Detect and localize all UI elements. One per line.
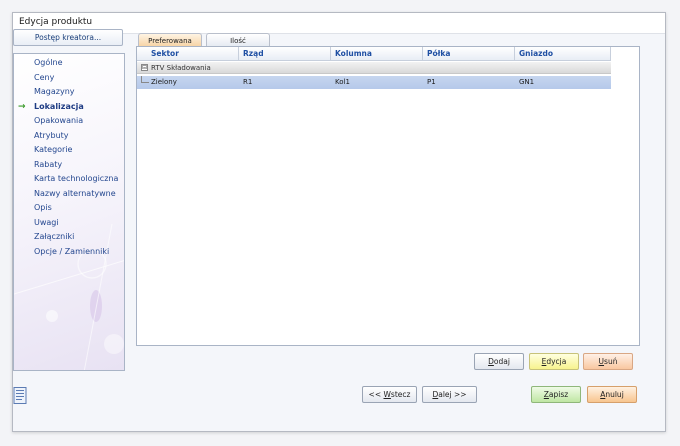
cell-polka: P1: [427, 78, 436, 86]
nav-item-label: Ogólne: [34, 58, 63, 67]
active-step-arrow-icon: →: [18, 101, 26, 112]
save-button-post: apisz: [548, 390, 569, 399]
nav-item-label: Załączniki: [34, 232, 75, 241]
nav-item-label: Kategorie: [34, 145, 73, 154]
next-button-post: alej >>: [438, 390, 467, 399]
nav-item-label: Magazyny: [34, 87, 75, 96]
delete-button[interactable]: Usuń: [583, 353, 633, 370]
back-button-post: stecz: [390, 390, 411, 399]
location-grid: Sektor Rząd Kolumna Półka Gniazdo ⊟ RTV …: [136, 46, 640, 346]
column-header-polka[interactable]: Półka: [423, 47, 515, 61]
column-header-rzad[interactable]: Rząd: [239, 47, 331, 61]
nav-item-label: Karta technologiczna: [34, 174, 119, 183]
nav-item-label: Atrybuty: [34, 130, 69, 140]
nav-item-label: Rabaty: [34, 159, 63, 169]
column-header-kolumna[interactable]: Kolumna: [331, 47, 423, 61]
nav-item-0[interactable]: Ogólne: [14, 56, 124, 71]
save-button[interactable]: Zapisz: [531, 386, 581, 403]
cancel-button-post: nuluj: [605, 390, 624, 399]
nav-item-label: Uwagi: [34, 217, 59, 227]
next-button[interactable]: Dalej >>: [422, 386, 477, 403]
nav-item-4[interactable]: Opakowania: [14, 114, 124, 129]
nav-item-3[interactable]: → Lokalizacja: [14, 100, 124, 115]
nav-item-2[interactable]: Magazyny: [14, 85, 124, 100]
wizard-progress-button[interactable]: Postęp kreatora...: [13, 29, 123, 46]
nav-item-6[interactable]: Kategorie: [14, 143, 124, 158]
back-button-pre: <<: [368, 390, 384, 399]
wizard-step-list: Ogólne Ceny Magazyny → Lokalizacja Opakowania…: [14, 56, 124, 260]
nav-item-label: Lokalizacja: [34, 101, 84, 111]
column-header-gniazdo[interactable]: Gniazdo: [515, 47, 611, 61]
nav-item-label: Opakowania: [34, 116, 84, 125]
collapse-toggle-icon[interactable]: ⊟: [141, 64, 148, 71]
window-title: Edycja produktu: [19, 17, 93, 27]
cell-sektor: Zielony: [151, 78, 177, 86]
edit-button-post: dycja: [546, 357, 567, 366]
nav-item-8[interactable]: Karta technologiczna: [14, 172, 124, 187]
cell-gniazdo: GN1: [519, 78, 535, 86]
nav-item-11[interactable]: Uwagi: [14, 216, 124, 231]
add-button-post: odaj: [493, 357, 510, 366]
nav-item-7[interactable]: Rabaty: [14, 158, 124, 173]
group-label: RTV Składowania: [151, 64, 211, 72]
delete-button-post: suń: [604, 357, 618, 366]
back-button[interactable]: << Wstecz: [362, 386, 417, 403]
tab-preferowana[interactable]: Preferowana: [138, 33, 202, 47]
cell-kolumna: Kol1: [335, 78, 350, 86]
document-icon[interactable]: [13, 387, 28, 404]
add-button[interactable]: Dodaj: [474, 353, 524, 370]
nav-item-9[interactable]: Nazwy alternatywne: [14, 187, 124, 202]
tab-ilosc[interactable]: Ilość: [206, 33, 270, 47]
window: Edycja produktu Postęp kreatora... Ogóln…: [0, 0, 680, 446]
table-row[interactable]: Zielony R1 Kol1 P1 GN1: [137, 76, 611, 89]
column-header-sektor[interactable]: Sektor: [147, 47, 239, 61]
nav-item-label: Opis: [34, 203, 52, 212]
cancel-button[interactable]: Anuluj: [587, 386, 637, 403]
nav-item-12[interactable]: Załączniki: [14, 230, 124, 245]
group-row[interactable]: ⊟ RTV Składowania: [137, 62, 611, 74]
nav-item-label: Opcje / Zamienniki: [34, 246, 110, 256]
nav-item-13[interactable]: Opcje / Zamienniki: [14, 245, 124, 260]
grid-header: Sektor Rząd Kolumna Półka Gniazdo: [137, 47, 611, 61]
wizard-nav-panel: Ogólne Ceny Magazyny → Lokalizacja Opakowania…: [13, 53, 125, 371]
nav-item-5[interactable]: Atrybuty: [14, 129, 124, 144]
nav-item-label: Nazwy alternatywne: [34, 188, 116, 198]
cell-rzad: R1: [243, 78, 253, 86]
nav-item-10[interactable]: Opis: [14, 201, 124, 216]
back-button-key: W: [383, 390, 391, 399]
nav-item-1[interactable]: Ceny: [14, 71, 124, 86]
nav-item-label: Ceny: [34, 72, 55, 82]
edit-button[interactable]: Edycja: [529, 353, 579, 370]
